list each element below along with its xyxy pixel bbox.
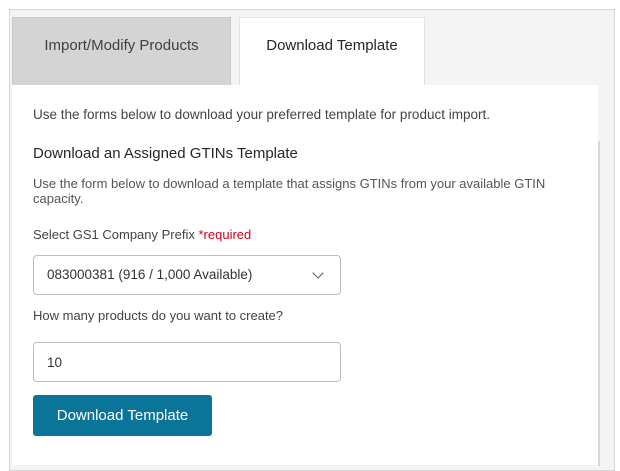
company-prefix-select[interactable]: 083000381 (916 / 1,000 Available)	[33, 255, 341, 295]
company-prefix-selected-value: 083000381 (916 / 1,000 Available)	[47, 267, 253, 282]
download-template-button[interactable]: Download Template	[33, 395, 212, 436]
tab-import-modify-products[interactable]: Import/Modify Products	[12, 17, 231, 85]
section-description: Use the form below to download a templat…	[33, 176, 546, 206]
product-count-label: How many products do you want to create?	[33, 308, 284, 323]
section-title: Download an Assigned GTINs Template	[33, 145, 298, 162]
company-prefix-label: Select GS1 Company Prefix *required	[33, 227, 251, 242]
panel-intro-text: Use the forms below to download your pre…	[33, 107, 490, 122]
product-count-input[interactable]	[33, 342, 341, 382]
download-template-panel: Use the forms below to download your pre…	[12, 85, 600, 466]
chevron-down-icon	[312, 267, 324, 279]
scrollbar-track[interactable]	[598, 141, 600, 466]
tab-download-template[interactable]: Download Template	[239, 17, 425, 85]
required-indicator: *required	[198, 227, 252, 242]
company-prefix-label-text: Select GS1 Company Prefix	[33, 227, 195, 242]
